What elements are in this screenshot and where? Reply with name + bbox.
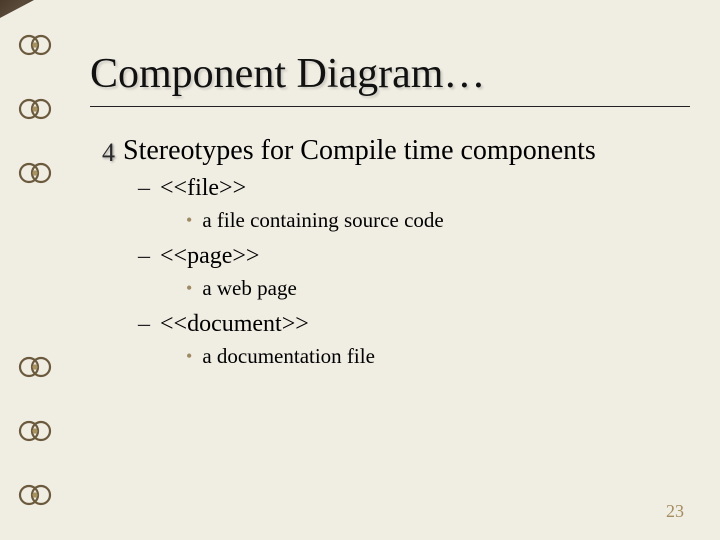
stereotype-name: <<file>> <box>160 175 246 202</box>
stereotype-name: <<page>> <box>160 243 259 270</box>
four-bullet-icon: 4 <box>102 140 115 166</box>
dash-bullet-icon: – <box>138 175 150 202</box>
level1-text: Stereotypes for Compile time components <box>123 135 596 167</box>
dash-bullet-icon: – <box>138 243 150 270</box>
level3-item: • a web page <box>186 276 690 301</box>
binder-ring-icon <box>18 420 52 442</box>
binder-ring-icon <box>18 98 52 120</box>
binder-ring-icon <box>18 356 52 378</box>
level2-item: – <<page>> <box>138 243 690 270</box>
page-number: 23 <box>666 501 684 522</box>
binder-ring-icon <box>18 162 52 184</box>
stereotype-desc: a documentation file <box>202 344 375 369</box>
stereotype-name: <<document>> <box>160 311 309 338</box>
slide-content: Component Diagram… 4 Stereotypes for Com… <box>80 0 720 540</box>
binder-rings <box>0 0 60 540</box>
title-underline <box>90 106 690 107</box>
level2-item: – <<document>> <box>138 311 690 338</box>
stereotype-desc: a file containing source code <box>202 208 443 233</box>
level1-item: 4 Stereotypes for Compile time component… <box>102 135 690 167</box>
page-title: Component Diagram… <box>90 50 690 98</box>
level3-item: • a documentation file <box>186 344 690 369</box>
level2-item: – <<file>> <box>138 175 690 202</box>
dash-bullet-icon: – <box>138 311 150 338</box>
binder-ring-icon <box>18 34 52 56</box>
level3-item: • a file containing source code <box>186 208 690 233</box>
dot-bullet-icon: • <box>186 210 192 231</box>
stereotype-desc: a web page <box>202 276 296 301</box>
dot-bullet-icon: • <box>186 346 192 367</box>
binder-ring-icon <box>18 484 52 506</box>
dot-bullet-icon: • <box>186 278 192 299</box>
